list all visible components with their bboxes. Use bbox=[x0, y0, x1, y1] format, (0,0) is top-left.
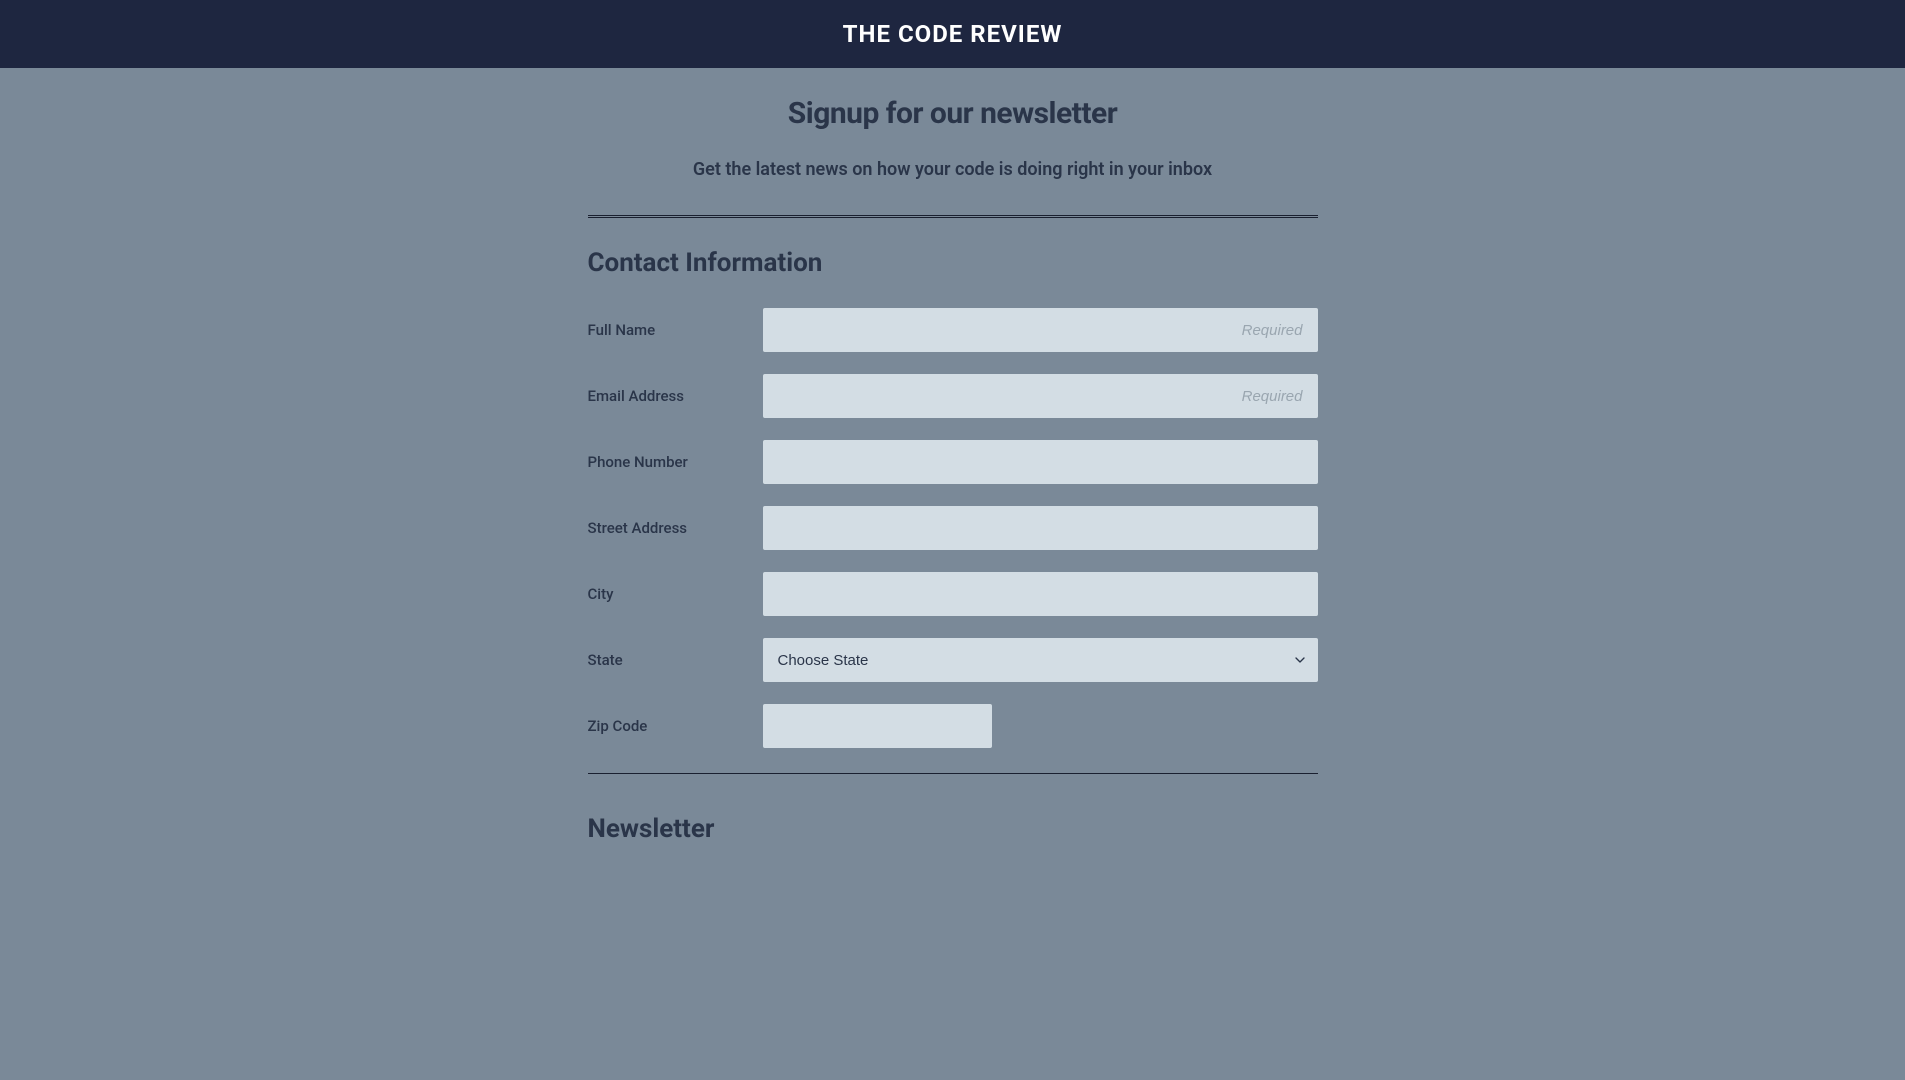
newsletter-section-title: Newsletter bbox=[588, 814, 1318, 844]
city-input[interactable] bbox=[763, 572, 1318, 616]
zip-label: Zip Code bbox=[588, 717, 763, 735]
city-row: City bbox=[588, 572, 1318, 616]
phone-label: Phone Number bbox=[588, 453, 763, 471]
full-name-input[interactable] bbox=[763, 308, 1318, 352]
section-divider-bottom bbox=[588, 773, 1318, 774]
page-subtitle: Get the latest news on how your code is … bbox=[428, 159, 1478, 180]
state-row: State Choose State bbox=[588, 638, 1318, 682]
full-name-row: Full Name bbox=[588, 308, 1318, 352]
state-label: State bbox=[588, 651, 763, 669]
zip-row: Zip Code bbox=[588, 704, 1318, 748]
street-label: Street Address bbox=[588, 519, 763, 537]
zip-input[interactable] bbox=[763, 704, 992, 748]
street-input[interactable] bbox=[763, 506, 1318, 550]
street-row: Street Address bbox=[588, 506, 1318, 550]
page-title: Signup for our newsletter bbox=[428, 96, 1478, 131]
email-row: Email Address bbox=[588, 374, 1318, 418]
newsletter-section: Newsletter bbox=[588, 814, 1318, 844]
city-label: City bbox=[588, 585, 763, 603]
state-select[interactable]: Choose State bbox=[763, 638, 1318, 682]
phone-input[interactable] bbox=[763, 440, 1318, 484]
contact-section-title: Contact Information bbox=[588, 248, 1318, 278]
email-input[interactable] bbox=[763, 374, 1318, 418]
site-title: THE CODE REVIEW bbox=[0, 20, 1905, 48]
phone-row: Phone Number bbox=[588, 440, 1318, 484]
section-divider-top bbox=[588, 215, 1318, 218]
email-label: Email Address bbox=[588, 387, 763, 405]
contact-section: Contact Information Full Name Email Addr… bbox=[588, 248, 1318, 748]
full-name-label: Full Name bbox=[588, 321, 763, 339]
header: THE CODE REVIEW bbox=[0, 0, 1905, 68]
